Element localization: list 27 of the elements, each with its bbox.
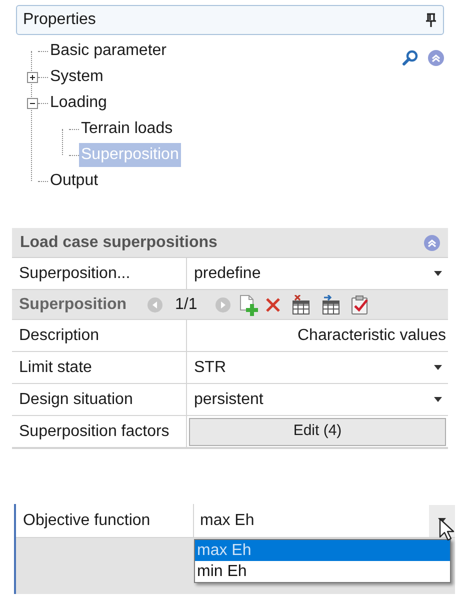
dropdown-value: persistent: [194, 390, 264, 410]
table-import-icon[interactable]: [321, 294, 341, 314]
property-label: Description: [12, 320, 187, 351]
search-icon[interactable]: [402, 50, 418, 66]
section-title: Load case superpositions: [20, 232, 218, 252]
expand-icon[interactable]: [26, 72, 38, 82]
edit-button[interactable]: Edit (4): [189, 418, 446, 446]
dropdown-option[interactable]: min Eh: [195, 561, 450, 582]
clipboard-check-icon[interactable]: [351, 294, 369, 314]
dropdown-value: predefine: [194, 264, 261, 284]
collapse-icon[interactable]: [26, 98, 38, 108]
tree-item[interactable]: System: [48, 65, 106, 89]
toolbar-label: Superposition: [19, 294, 128, 314]
tree-item[interactable]: Loading: [48, 91, 109, 115]
pin-icon[interactable]: [425, 13, 437, 27]
table-delete-icon[interactable]: [291, 294, 311, 314]
add-document-icon[interactable]: [239, 294, 259, 316]
panel-title: Properties: [23, 10, 96, 30]
page-counter: 1/1: [175, 294, 198, 314]
tree-item[interactable]: Output: [48, 169, 100, 193]
property-label: Superposition factors: [12, 416, 187, 447]
delete-icon[interactable]: [265, 296, 281, 312]
tree-item[interactable]: Basic parameter: [48, 39, 168, 63]
dropdown-value: STR: [194, 358, 226, 378]
property-value: Characteristic values: [296, 326, 447, 346]
tree-item[interactable]: Terrain loads: [79, 117, 175, 141]
dropdown-value: max Eh: [200, 510, 254, 530]
